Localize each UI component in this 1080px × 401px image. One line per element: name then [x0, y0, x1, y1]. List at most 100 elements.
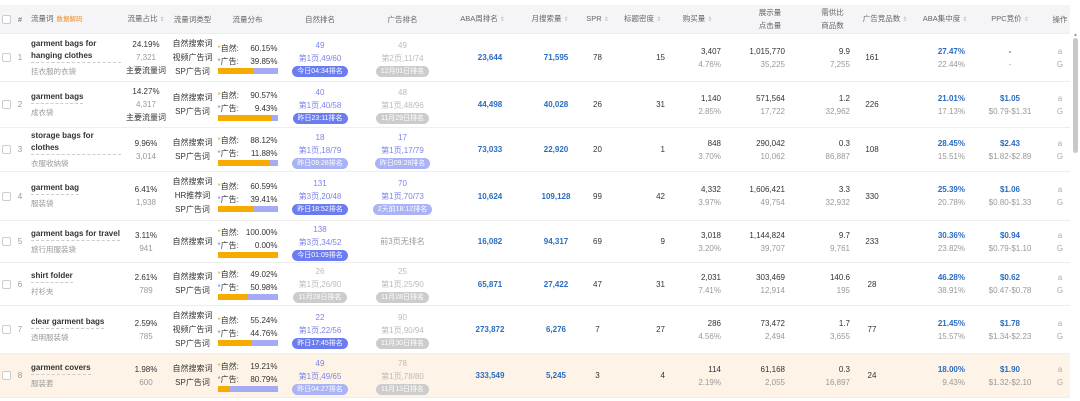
sort-icon[interactable]: ⇕ [604, 17, 609, 23]
monthly-search[interactable]: 6,276 [526, 306, 586, 353]
keyword-link[interactable]: garment bag [31, 182, 80, 195]
header-title-density[interactable]: 标题密度 ⇕ [615, 5, 670, 33]
amazon-icon[interactable]: a [1058, 271, 1062, 284]
keyword-link[interactable]: garment covers [31, 362, 91, 375]
header-aba[interactable]: ABA周排名 ⇕ [445, 5, 520, 33]
amazon-icon[interactable]: a [1058, 317, 1062, 330]
share-count: 785 [139, 331, 153, 341]
monthly-search[interactable]: 94,317 [526, 221, 586, 262]
google-icon[interactable]: G [1057, 150, 1063, 163]
header-ratio-products[interactable]: 需供比 商品数 [810, 5, 855, 33]
keyword-link[interactable]: garment bags for travel [31, 228, 120, 241]
natural-pct: 60.59% [250, 182, 278, 191]
google-icon[interactable]: G [1057, 330, 1063, 343]
google-icon[interactable]: G [1057, 105, 1063, 118]
ad-pct: 39.41% [250, 195, 278, 204]
row-checkbox[interactable] [1, 145, 11, 154]
sort-icon[interactable]: ⇕ [159, 17, 164, 23]
keyword-type: 视频广告词 [172, 324, 213, 334]
ppc-range: $0.79-$1.31 [988, 106, 1032, 116]
google-icon[interactable]: G [1057, 58, 1063, 71]
amazon-icon[interactable]: a [1058, 183, 1062, 196]
distribution-cell: *自然: 88.12% *广告: 11.88% [215, 128, 280, 171]
aba-rank[interactable]: 10,624 [455, 172, 525, 220]
monthly-search[interactable]: 109,128 [526, 172, 586, 220]
aba-rank[interactable]: 23,644 [455, 34, 525, 81]
keyword-link[interactable]: clear garment bags [31, 316, 105, 329]
monthly-search[interactable]: 71,595 [526, 34, 586, 81]
aba-rank[interactable]: 73,033 [455, 128, 525, 171]
header-aba-conc[interactable]: ABA集中度 ⇕ [915, 5, 975, 33]
keyword-link[interactable]: garment bags [31, 91, 84, 104]
header-show-label: 展示量 [758, 8, 782, 17]
data-decode-tag[interactable]: 数据解码 [57, 16, 83, 23]
keyword-cell: garment bag 服装袋 [31, 172, 121, 220]
aba-rank[interactable]: 16,082 [455, 221, 525, 262]
amazon-icon[interactable]: a [1058, 363, 1062, 376]
sort-icon[interactable]: ⇕ [707, 17, 712, 23]
header-adcomp[interactable]: 广告竞品数 ⇕ [855, 5, 915, 33]
monthly-search[interactable]: 27,422 [526, 263, 586, 305]
header-monthly[interactable]: 月搜索量 ⇕ [520, 5, 580, 33]
row-checkbox[interactable] [1, 237, 11, 246]
header-spr[interactable]: SPR ⇕ [580, 5, 615, 33]
keyword-cell: garment bags for hanging clothes 挂衣服的衣袋 [31, 34, 121, 81]
header-share[interactable]: 流量占比 ⇕ [122, 5, 170, 33]
rank-value: 131 [313, 179, 327, 188]
share-cell: 9.96% 3,014 [122, 128, 170, 171]
aba-rank[interactable]: 333,549 [455, 354, 525, 397]
vertical-scrollbar[interactable] [1073, 38, 1078, 153]
sort-icon[interactable]: ⇕ [902, 17, 907, 23]
amazon-icon[interactable]: a [1058, 229, 1062, 242]
keyword-link[interactable]: garment bags for hanging clothes [31, 38, 121, 63]
select-all-checkbox[interactable] [1, 14, 11, 24]
amazon-icon[interactable]: a [1058, 45, 1062, 58]
monthly-search[interactable]: 22,920 [526, 128, 586, 171]
amazon-icon[interactable]: a [1058, 137, 1062, 150]
header-ppc[interactable]: PPC竞价 ⇕ [980, 5, 1040, 33]
google-icon[interactable]: G [1057, 196, 1063, 209]
sort-icon[interactable]: ⇕ [962, 17, 967, 23]
aba-rank[interactable]: 273,872 [455, 306, 525, 353]
table-row: 5 garment bags for travel 旅行用服装袋 3.11% 941… [0, 221, 1070, 263]
row-checkbox[interactable] [1, 53, 11, 62]
google-icon[interactable]: G [1057, 376, 1063, 389]
amazon-icon[interactable]: a [1058, 92, 1062, 105]
header-monthly-label: 月搜索量 [531, 13, 562, 23]
share-count: 1,938 [135, 198, 157, 207]
title-density: 42 [656, 191, 665, 201]
keyword-link[interactable]: shirt folder [31, 270, 73, 283]
natural-pct: 49.02% [250, 270, 278, 279]
product-count: 16,897 [825, 377, 850, 387]
sort-icon[interactable]: ⇕ [563, 17, 568, 23]
header-show-click[interactable]: 展示量 点击量 [745, 5, 795, 33]
row-checkbox[interactable] [1, 191, 11, 201]
row-checkbox[interactable] [1, 325, 11, 334]
header-buy[interactable]: 购买量 ⇕ [670, 5, 725, 33]
rank-page: 第3页,34/52 [298, 237, 342, 247]
sort-icon[interactable]: ⇕ [500, 17, 505, 23]
sort-icon[interactable]: ⇕ [1024, 17, 1029, 23]
google-icon[interactable]: G [1057, 242, 1063, 255]
rank-time-badge: 昨日23:11排名 [292, 112, 348, 124]
row-checkbox[interactable] [1, 371, 11, 380]
op-cell: aG [1052, 221, 1068, 262]
google-icon[interactable]: G [1057, 284, 1063, 297]
sort-icon[interactable]: ⇕ [656, 17, 661, 23]
row-checkbox[interactable] [1, 279, 11, 289]
share-pct: 3.11% [134, 230, 158, 240]
header-index: # [17, 14, 23, 24]
monthly-search[interactable]: 5,245 [526, 354, 586, 397]
buy-pct: 3.97% [698, 198, 721, 207]
aba-rank[interactable]: 44,498 [455, 82, 525, 127]
aba-conc-cell: 30.36% 23.82% [915, 221, 965, 262]
row-index: 6 [17, 279, 23, 289]
monthly-search[interactable]: 40,028 [526, 82, 586, 127]
row-checkbox[interactable] [1, 100, 11, 109]
distribution-bar [217, 67, 278, 74]
buy-count: 1,140 [700, 93, 721, 103]
keyword-link[interactable]: storage bags for clothes [31, 130, 121, 155]
row-index: 5 [17, 237, 23, 246]
keyword-cell: garment bags 成衣袋 [31, 82, 121, 127]
aba-rank[interactable]: 65,871 [455, 263, 525, 305]
